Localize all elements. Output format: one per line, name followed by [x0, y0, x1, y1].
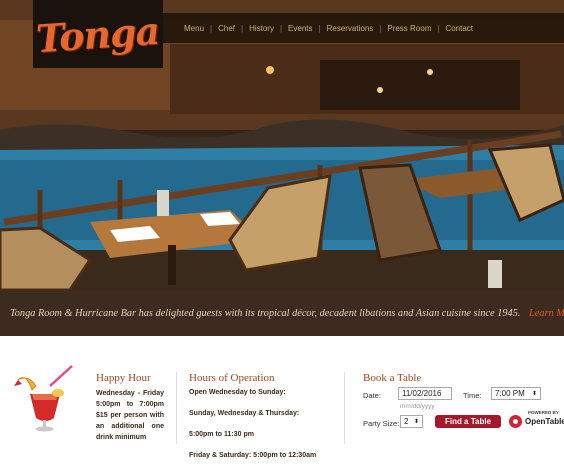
hero-image: Tonga Menu | Chef | History | Events | R… [0, 0, 564, 290]
party-size-label: Party Size: [363, 419, 400, 428]
happy-hour-title: Happy Hour [96, 372, 151, 384]
book-title: Book a Table [363, 372, 422, 384]
nav-separator: | [379, 23, 382, 33]
info-section: Happy Hour Wednesday - Friday 5:00pm to … [0, 336, 564, 464]
main-nav: Menu | Chef | History | Events | Reserva… [163, 13, 564, 43]
logo-text: Tonga [35, 7, 161, 61]
date-field[interactable]: 11/02/2016 [398, 387, 452, 400]
cocktail-icon [14, 365, 73, 432]
date-hint: mm/dd/yyyy [400, 403, 435, 410]
select-arrows-icon: ⬍ [531, 391, 537, 397]
caption-body: Tonga Room & Hurricane Bar has delighted… [10, 307, 521, 319]
nav-item-events[interactable]: Events [288, 24, 312, 33]
logo[interactable]: Tonga [33, 0, 163, 68]
nav-item-menu[interactable]: Menu [184, 24, 204, 33]
hours-of-operation: Hours of Operation Open Wednesday to Sun… [189, 372, 339, 472]
divider [176, 372, 177, 444]
hours-line: Friday & Saturday: 5:00pm to 12:30am [189, 452, 317, 459]
nav-separator: | [318, 23, 321, 33]
happy-hour-details: Wednesday - Friday 5:00pm to 7:00pm $15 … [96, 390, 164, 441]
nav-item-reservations[interactable]: Reservations [327, 24, 374, 33]
party-size-select[interactable]: 2 ⬍ [400, 415, 423, 428]
hours-line: Sunday, Wednesday & Thursday: [189, 410, 300, 417]
party-size-value: 2 [404, 417, 409, 426]
opentable-logo[interactable]: OpenTable [509, 415, 564, 428]
nav-item-press-room[interactable]: Press Room [387, 24, 431, 33]
nav-item-chef[interactable]: Chef [218, 24, 235, 33]
nav-separator: | [437, 23, 440, 33]
hours-title: Hours of Operation [189, 372, 275, 384]
time-label: Time: [463, 391, 482, 400]
hours-line: 5:00pm to 11:30 pm [189, 431, 254, 438]
nav-separator: | [241, 23, 244, 33]
date-label: Date: [363, 391, 381, 400]
opentable-icon [509, 415, 522, 428]
caption-bar: Tonga Room & Hurricane Bar has delighted… [0, 290, 564, 336]
nav-item-contact[interactable]: Contact [445, 24, 473, 33]
opentable-text: OpenTable [525, 417, 564, 426]
learn-more-link[interactable]: Learn More> [529, 308, 564, 319]
find-a-table-button[interactable]: Find a Table [435, 415, 501, 428]
hours-line: Open Wednesday to Sunday: [189, 389, 286, 396]
book-a-table: Book a Table Date: 11/02/2016 mm/dd/yyyy… [363, 372, 564, 428]
nav-separator: | [210, 23, 213, 33]
divider [344, 372, 345, 444]
time-value: 7:00 PM [495, 389, 525, 398]
nav-separator: | [279, 23, 283, 33]
caption-text: Tonga Room & Hurricane Bar has delighted… [0, 308, 564, 319]
nav-item-history[interactable]: History [249, 24, 274, 33]
time-select[interactable]: 7:00 PM ⬍ [491, 387, 541, 400]
happy-hour: Happy Hour Wednesday - Friday 5:00pm to … [96, 372, 164, 443]
select-arrows-icon: ⬍ [413, 419, 419, 425]
